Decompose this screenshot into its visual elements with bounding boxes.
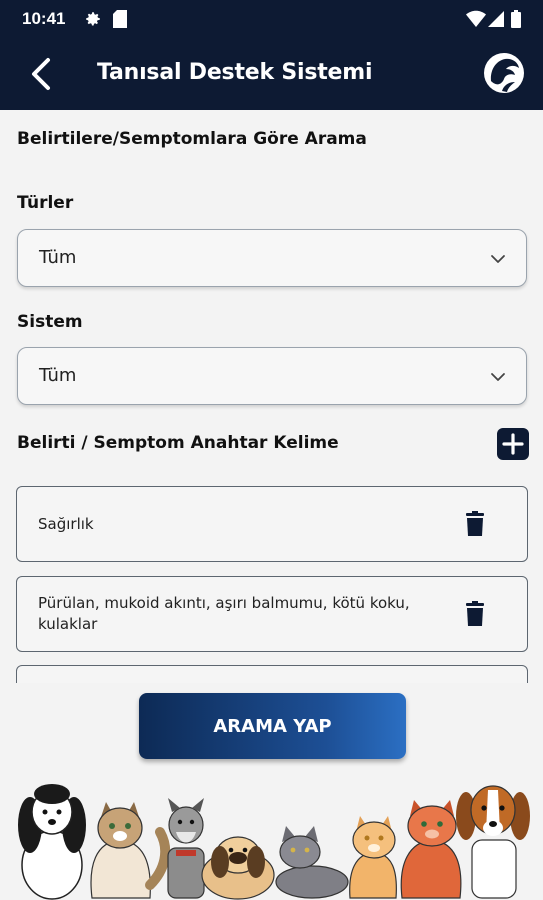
trash-icon[interactable]	[464, 601, 486, 627]
search-section-title: Belirtilere/Semptomlara Göre Arama	[17, 129, 367, 149]
keyword-item: Pürülan, mukoid akıntı, aşırı balmumu, k…	[16, 576, 528, 652]
chevron-down-icon	[491, 373, 505, 381]
system-label: Sistem	[17, 312, 83, 332]
persian-cat-illustration	[349, 816, 397, 899]
spaniel-dog-illustration	[18, 784, 86, 900]
schnauzer-dog-illustration	[167, 798, 205, 899]
battery-icon	[511, 10, 521, 28]
trash-icon[interactable]	[464, 511, 486, 537]
plus-icon	[502, 433, 524, 455]
species-select[interactable]: Tüm	[17, 229, 527, 287]
keyword-list[interactable]: Sağırlık Pürülan, mukoid akıntı, aşırı b…	[0, 480, 543, 683]
keyword-item	[16, 665, 528, 683]
species-select-value: Tüm	[39, 247, 77, 268]
keyword-label: Belirti / Semptom Anahtar Kelime	[17, 433, 339, 453]
grey-cat-illustration	[275, 826, 349, 899]
gear-icon	[86, 12, 100, 26]
chevron-down-icon	[491, 255, 505, 263]
system-select[interactable]: Tüm	[17, 347, 527, 405]
keyword-text: Pürülan, mukoid akıntı, aşırı balmumu, k…	[38, 594, 410, 633]
page-title: Tanısal Destek Sistemi	[97, 60, 373, 85]
wifi-icon	[466, 10, 486, 27]
system-select-value: Tüm	[39, 365, 77, 386]
signal-icon	[488, 11, 504, 27]
keyword-text: Sağırlık	[38, 515, 94, 533]
back-arrow-icon[interactable]	[24, 56, 60, 92]
pets-illustration	[18, 784, 530, 900]
status-time: 10:41	[22, 9, 66, 28]
search-button[interactable]: ARAMA YAP	[139, 693, 406, 759]
sd-card-icon	[113, 10, 127, 28]
species-label: Türler	[17, 193, 74, 213]
keyword-item: Sağırlık	[16, 486, 528, 562]
app-logo-icon	[484, 53, 524, 93]
add-keyword-button[interactable]	[497, 428, 529, 460]
app-bar: Tanısal Destek Sistemi	[0, 38, 543, 110]
orange-cat-illustration	[400, 800, 462, 899]
pekingese-dog-illustration	[201, 836, 275, 900]
beagle-dog-illustration	[456, 785, 530, 899]
longhair-cat-illustration	[90, 802, 171, 899]
status-bar: 10:41	[0, 0, 543, 38]
